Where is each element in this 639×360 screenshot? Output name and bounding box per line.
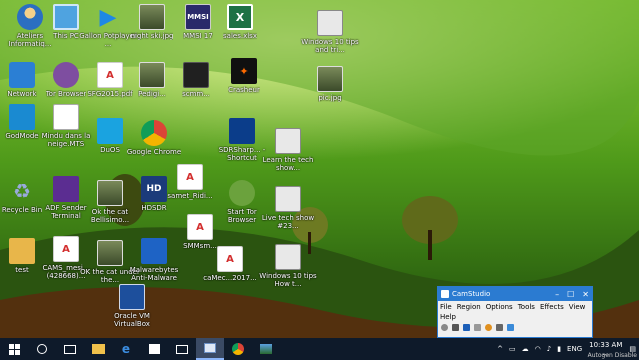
desktop-icon-crasheur[interactable]: ✦ Crasheur	[214, 58, 274, 94]
desktop-icon-camec[interactable]: A caMec...2017...	[200, 246, 260, 282]
autogen-overlay-text: Autogen Disable	[587, 352, 637, 359]
mmsi-icon: MMSI	[185, 4, 211, 30]
language-indicator[interactable]: ENG	[564, 345, 585, 353]
edge-icon: e	[121, 342, 131, 356]
store-icon	[148, 344, 160, 354]
taskbar-store[interactable]	[140, 338, 168, 360]
folder-icon	[91, 344, 105, 354]
pdf-icon: A	[53, 236, 79, 262]
pdf-icon: A	[97, 62, 123, 88]
tor-browser-icon	[53, 62, 79, 88]
taskbar-edge[interactable]: e	[112, 338, 140, 360]
stop-button[interactable]	[463, 324, 470, 331]
godmode-icon	[9, 104, 35, 130]
windows-logo-icon	[8, 343, 20, 355]
chrome-icon	[141, 120, 167, 146]
virtualbox-icon	[119, 284, 145, 310]
task-view-icon	[64, 344, 76, 354]
desktop-icon-virtualbox[interactable]: Oracle VM VirtualBox	[102, 284, 162, 328]
camstudio-window[interactable]: CamStudio – ☐ ✕ File Region Options Tool…	[437, 286, 593, 338]
tray-overflow-button[interactable]: ^	[494, 345, 506, 353]
region-button[interactable]	[474, 324, 481, 331]
desktop-icon-live-tech[interactable]: Live tech show #23...	[258, 186, 318, 230]
taskbar-file-explorer[interactable]	[84, 338, 112, 360]
tray-app-icon[interactable]: ▭	[506, 345, 519, 353]
network-icon	[9, 62, 35, 88]
menu-effects[interactable]: Effects	[540, 302, 564, 312]
menu-tools[interactable]: Tools	[518, 302, 535, 312]
image-icon	[317, 66, 343, 92]
recycle-bin-icon: ♻	[13, 179, 31, 203]
clock-time: 10:33 AM	[589, 341, 623, 349]
video-file-icon	[275, 186, 301, 212]
desktop-icon-sales[interactable]: X sales.xlsx	[210, 4, 270, 40]
view-button[interactable]	[507, 324, 514, 331]
image-icon	[97, 240, 123, 266]
video-thumbnail-icon	[317, 10, 343, 36]
pdf-icon: A	[217, 246, 243, 272]
taskbar-mail[interactable]	[168, 338, 196, 360]
video-thumbnail-icon	[275, 244, 301, 270]
search-icon	[37, 344, 47, 354]
desktop-icon-google-chrome[interactable]: Google Chrome	[124, 120, 184, 156]
image-icon	[139, 4, 165, 30]
close-button[interactable]: ✕	[582, 290, 589, 299]
task-view-button[interactable]	[56, 338, 84, 360]
record-button[interactable]	[441, 324, 448, 331]
camstudio-titlebar[interactable]: CamStudio – ☐ ✕	[438, 287, 592, 301]
camstudio-app-icon	[441, 290, 449, 298]
menu-region[interactable]: Region	[457, 302, 481, 312]
camstudio-toolbar	[438, 323, 592, 332]
menu-options[interactable]: Options	[486, 302, 513, 312]
pause-button[interactable]	[452, 324, 459, 331]
desktop-icon-learn-tech[interactable]: Learn the tech show...	[258, 128, 318, 172]
dark-image-icon	[183, 62, 209, 88]
volume-icon[interactable]: ♪	[544, 345, 554, 353]
computer-icon	[53, 4, 79, 30]
video-file-icon	[53, 104, 79, 130]
adf-icon	[53, 176, 79, 202]
camstudio-menubar: File Region Options Tools Effects View H…	[438, 301, 592, 323]
desktop-icon-smmsm[interactable]: A SMMsm...	[170, 214, 230, 250]
annotation-button[interactable]	[496, 324, 503, 331]
battery-icon[interactable]: ▮	[554, 345, 564, 353]
desktop-icon-windows10-how[interactable]: Windows 10 tips How t...	[258, 244, 318, 288]
taskbar-chrome[interactable]	[224, 338, 252, 360]
duos-icon	[97, 118, 123, 144]
taskbar-camstudio[interactable]	[196, 338, 224, 360]
options-button[interactable]	[485, 324, 492, 331]
pdf-icon: A	[177, 164, 203, 190]
start-button[interactable]	[0, 338, 28, 360]
desktop-icon-pic[interactable]: pic.jpg	[300, 66, 360, 102]
wifi-icon[interactable]: ◠	[532, 345, 544, 353]
folder-icon	[9, 238, 35, 264]
sdrsharp-icon	[229, 118, 255, 144]
menu-help[interactable]: Help	[440, 312, 456, 322]
image-icon	[139, 62, 165, 88]
media-player-icon: ▶	[99, 4, 117, 30]
tor-start-icon	[229, 180, 255, 206]
mail-icon	[176, 344, 188, 354]
taskbar-photos[interactable]	[252, 338, 280, 360]
obs-icon: ✦	[231, 58, 257, 84]
maximize-button[interactable]: ☐	[567, 290, 574, 299]
photos-icon	[260, 344, 272, 354]
taskbar: e ^ ▭ ☁ ◠ ♪ ▮ ENG 10:33 AM ... ▤	[0, 338, 639, 360]
malwarebytes-icon	[141, 238, 167, 264]
image-icon	[97, 180, 123, 206]
menu-view[interactable]: View	[569, 302, 586, 312]
search-button[interactable]	[28, 338, 56, 360]
minimize-button[interactable]: –	[555, 290, 559, 299]
window-title: CamStudio	[452, 290, 491, 298]
excel-icon: X	[227, 4, 253, 30]
desktop-icon-windows10-tips[interactable]: Windows 10 tips and tri...	[300, 10, 360, 54]
onedrive-icon[interactable]: ☁	[519, 345, 532, 353]
desktop-icon-samet[interactable]: A samet_Ridi...	[160, 164, 220, 200]
camstudio-icon	[204, 343, 216, 353]
video-file-icon	[275, 128, 301, 154]
menu-file[interactable]: File	[440, 302, 452, 312]
pdf-icon: A	[187, 214, 213, 240]
chrome-icon	[232, 343, 244, 355]
